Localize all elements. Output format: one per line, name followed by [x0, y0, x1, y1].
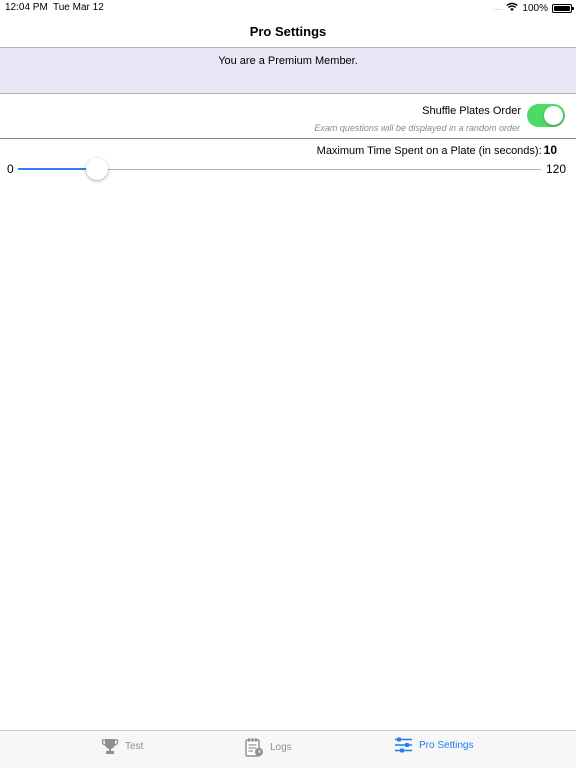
- slider-thumb[interactable]: [86, 158, 109, 180]
- status-bar: 12:04 PM Tue Mar 12 .... 100%: [0, 0, 576, 16]
- toggle-knob: [544, 106, 563, 125]
- wifi-icon: [506, 2, 519, 14]
- status-date: Tue Mar 12: [53, 2, 104, 13]
- logs-icon: [245, 737, 264, 757]
- tab-pro-settings-label: Pro Settings: [419, 739, 474, 751]
- tab-test[interactable]: Test: [101, 737, 143, 755]
- tab-bar: Test Logs Pro Settings: [0, 730, 576, 768]
- max-time-value: 10: [543, 143, 557, 157]
- slider-min-label: 0: [7, 162, 14, 176]
- shuffle-hint: Exam questions will be displayed in a ra…: [314, 123, 520, 133]
- battery-percent: 100%: [522, 2, 548, 14]
- navigation-bar: Pro Settings: [0, 16, 576, 48]
- shuffle-label: Shuffle Plates Order: [422, 105, 521, 117]
- trophy-icon: [101, 737, 119, 755]
- max-time-label: Maximum Time Spent on a Plate (in second…: [316, 145, 542, 157]
- tab-pro-settings[interactable]: Pro Settings: [394, 737, 473, 753]
- max-time-label-row: Maximum Time Spent on a Plate (in second…: [317, 143, 557, 157]
- tab-logs[interactable]: Logs: [245, 737, 292, 757]
- sliders-icon: [394, 737, 413, 753]
- status-right: .... 100%: [493, 2, 574, 14]
- slider-max-label: 120: [545, 162, 566, 176]
- status-time: 12:04 PM: [5, 2, 48, 13]
- premium-banner: You are a Premium Member.: [0, 48, 576, 94]
- page-title: Pro Settings: [249, 24, 327, 39]
- tab-logs-label: Logs: [270, 741, 292, 753]
- battery-icon: [552, 3, 574, 13]
- shuffle-toggle[interactable]: [527, 104, 565, 127]
- shuffle-setting-row: Shuffle Plates Order Exam questions will…: [0, 95, 576, 139]
- cellular-signal-icon: ....: [493, 2, 503, 12]
- tab-test-label: Test: [125, 740, 144, 752]
- premium-message: You are a Premium Member.: [218, 55, 358, 67]
